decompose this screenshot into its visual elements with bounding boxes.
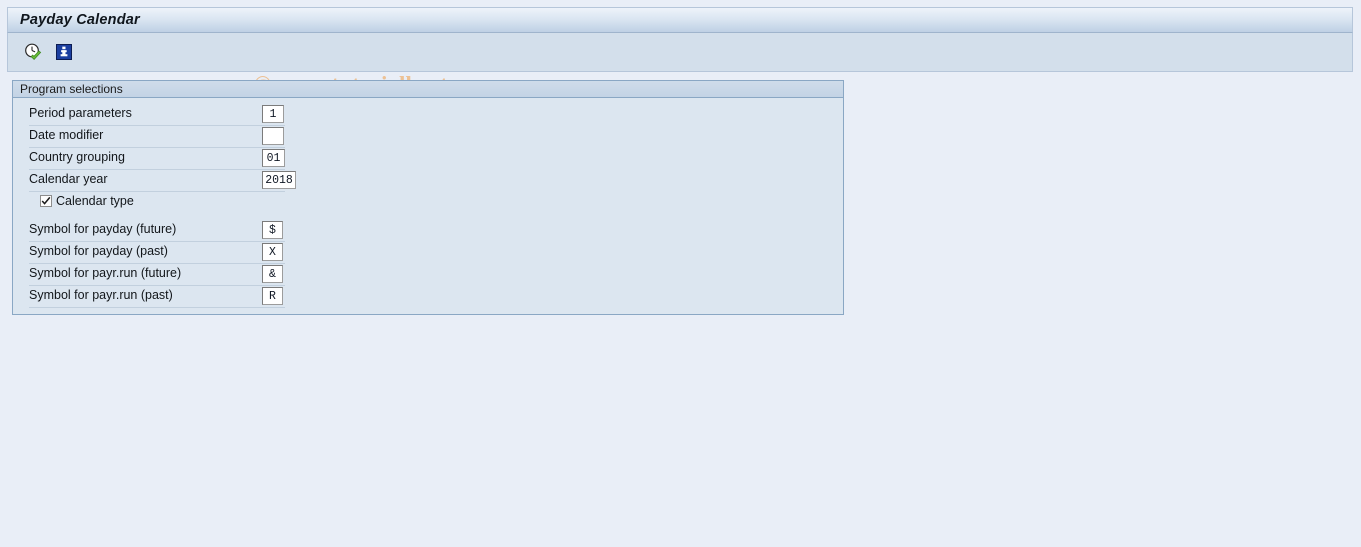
form-row-date-modifier: Date modifier <box>13 126 843 148</box>
page-title: Payday Calendar <box>20 12 140 28</box>
label-symbol-payday-past: Symbol for payday (past) <box>29 244 168 258</box>
form-row-symbol-payrrun-past: Symbol for payr.run (past) R <box>13 286 843 308</box>
panel-header: Program selections <box>13 81 843 98</box>
form-row-calendar-year: Calendar year 2018 <box>13 170 843 192</box>
input-symbol-payday-past[interactable]: X <box>262 243 283 261</box>
row-separator <box>29 307 285 308</box>
label-symbol-payday-future: Symbol for payday (future) <box>29 222 177 236</box>
input-period-parameters[interactable]: 1 <box>262 105 284 123</box>
form-row-symbol-payrrun-future: Symbol for payr.run (future) & <box>13 264 843 286</box>
form-row-period-parameters: Period parameters 1 <box>13 104 843 126</box>
label-calendar-type: Calendar type <box>56 194 134 208</box>
form-row-calendar-type: Calendar type <box>13 192 843 214</box>
label-country-grouping: Country grouping <box>29 150 125 164</box>
selection-form: Period parameters 1 Date modifier Countr… <box>13 98 843 308</box>
label-symbol-payrrun-future: Symbol for payr.run (future) <box>29 266 182 280</box>
label-symbol-payrrun-past: Symbol for payr.run (past) <box>29 288 173 302</box>
form-row-country-grouping: Country grouping 01 <box>13 148 843 170</box>
label-calendar-year: Calendar year <box>29 172 108 186</box>
application-toolbar: © www.tutorialkart.com <box>7 33 1353 97</box>
label-period-parameters: Period parameters <box>29 106 132 120</box>
program-selections-panel: Program selections Period parameters 1 D… <box>12 80 844 315</box>
sap-screen: Payday Calendar © www.tutorialkart.com <box>0 0 1361 547</box>
info-icon[interactable] <box>53 41 75 63</box>
form-row-symbol-payday-past: Symbol for payday (past) X <box>13 242 843 264</box>
input-date-modifier[interactable] <box>262 127 284 145</box>
window-title-bar: Payday Calendar <box>7 7 1353 33</box>
form-row-symbol-payday-future: Symbol for payday (future) $ <box>13 220 843 242</box>
input-symbol-payrrun-future[interactable]: & <box>262 265 283 283</box>
input-symbol-payrrun-past[interactable]: R <box>262 287 283 305</box>
checkbox-calendar-type[interactable] <box>40 195 52 207</box>
input-country-grouping[interactable]: 01 <box>262 149 285 167</box>
input-calendar-year[interactable]: 2018 <box>262 171 296 189</box>
label-date-modifier: Date modifier <box>29 128 104 142</box>
input-symbol-payday-future[interactable]: $ <box>262 221 283 239</box>
panel-title: Program selections <box>20 82 123 96</box>
execute-icon[interactable] <box>22 41 44 63</box>
